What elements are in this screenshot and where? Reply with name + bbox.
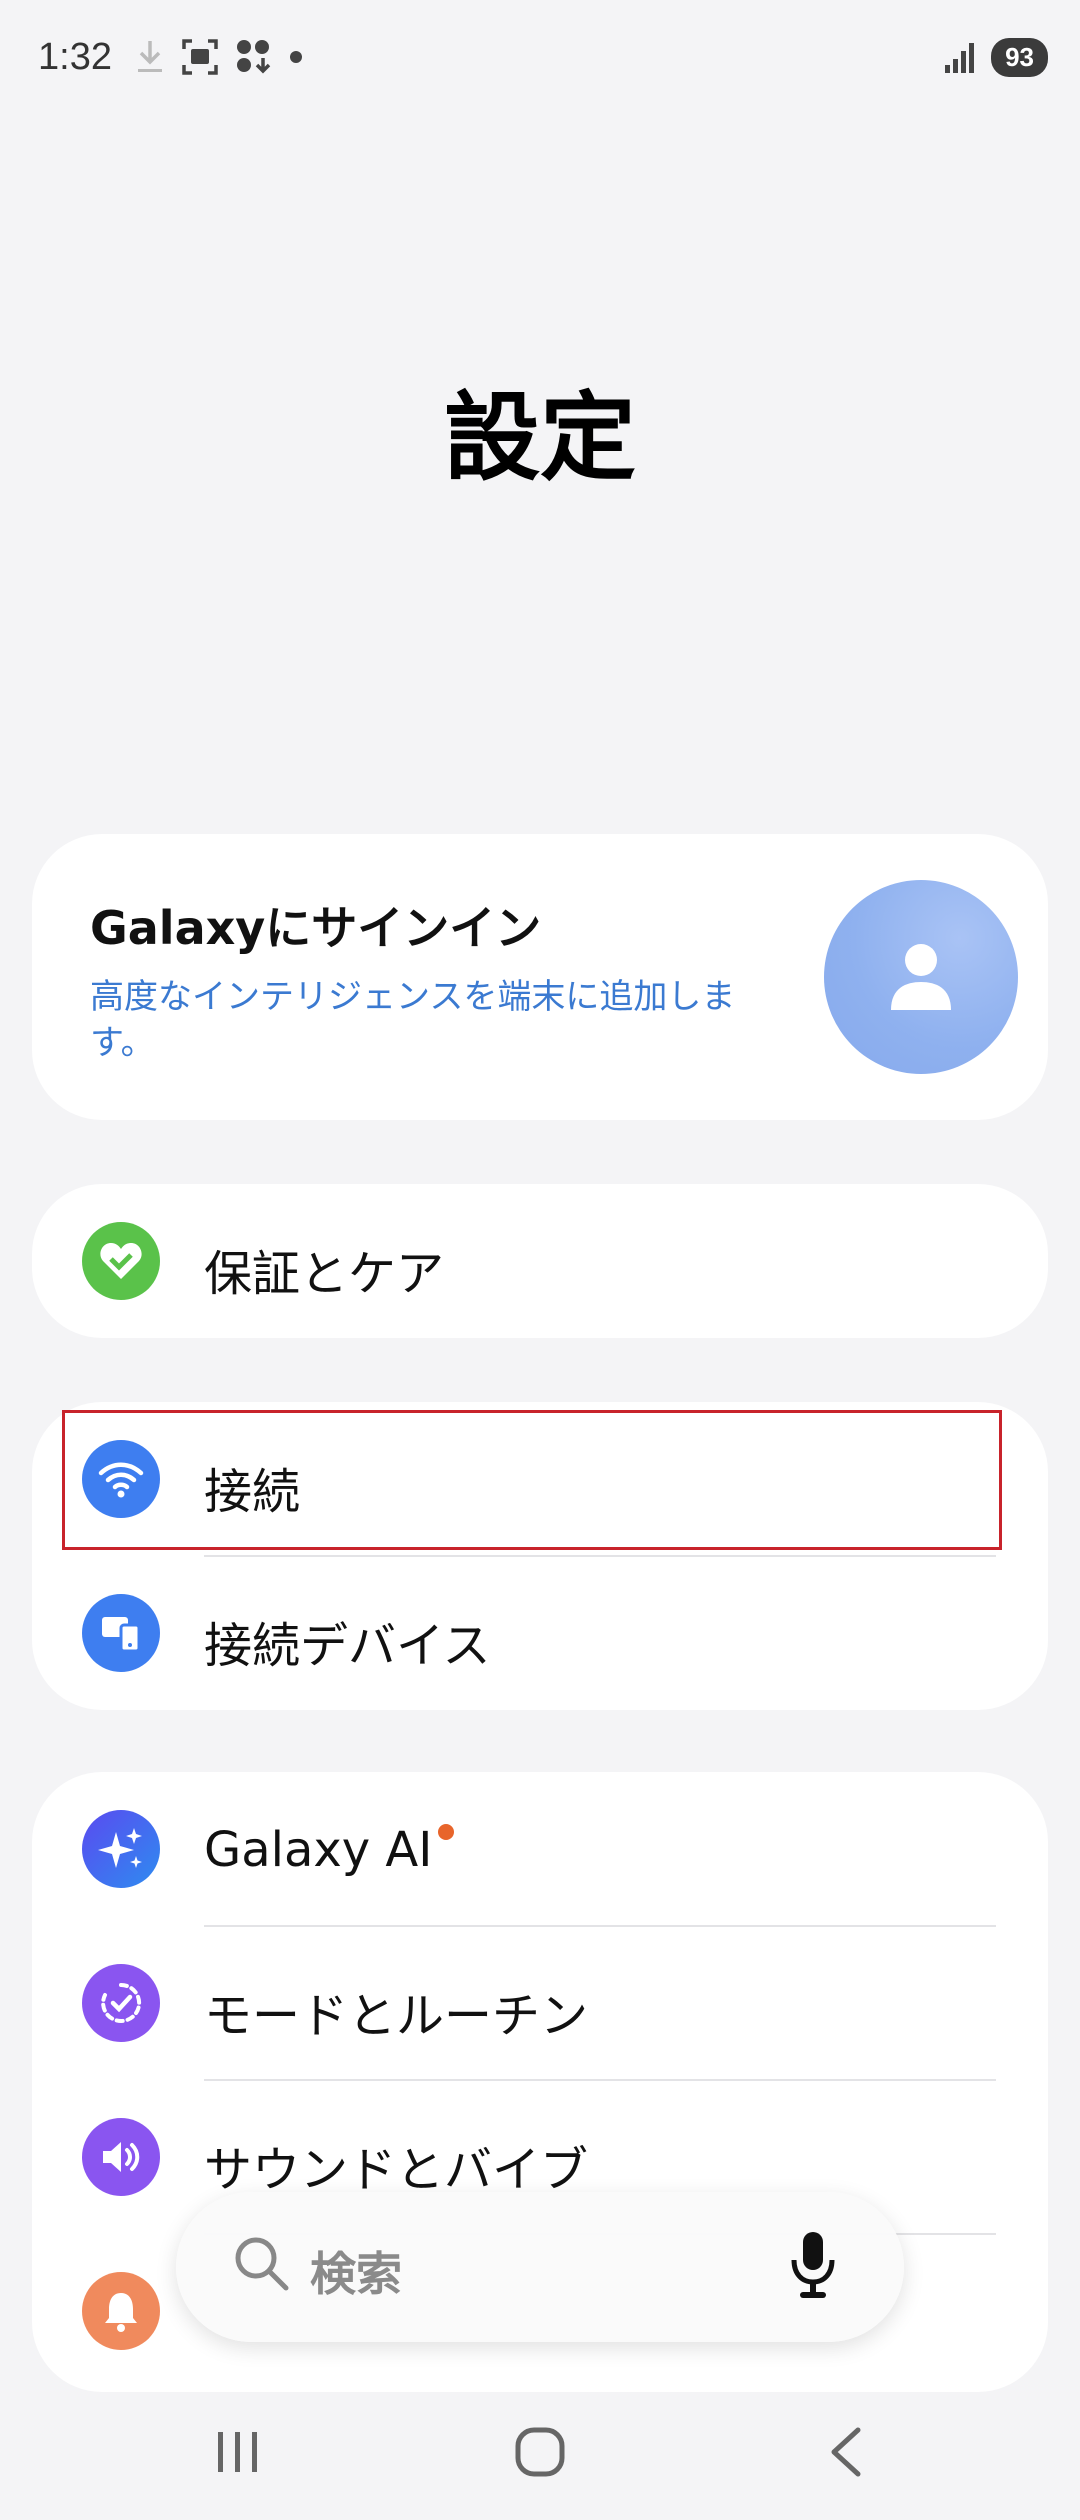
- recent-apps-icon[interactable]: [210, 2424, 266, 2480]
- signin-subtitle: 高度なインテリジェンスを端末に追加します。: [90, 977, 736, 1063]
- highlight-box: [62, 1410, 1002, 1550]
- signal-icon: [945, 42, 975, 73]
- download-icon: [138, 41, 162, 72]
- navigation-bar: [0, 2400, 1080, 2520]
- person-icon: [891, 944, 951, 1010]
- search-label: 検索: [310, 2247, 402, 2301]
- settings-group-care: 保証とケア: [32, 1184, 1048, 1338]
- status-time: 1:32: [38, 36, 112, 78]
- settings-item-label: モードとルーチン: [204, 1988, 589, 2044]
- home-icon[interactable]: [512, 2424, 568, 2480]
- microphone-icon[interactable]: [788, 2228, 838, 2302]
- sparkle-icon: [82, 1810, 160, 1888]
- signin-title: Galaxyにサインイン: [90, 901, 542, 955]
- page-title: 設定: [444, 382, 636, 494]
- galaxy-signin-card[interactable]: Galaxyにサインイン 高度なインテリジェンスを端末に追加します。: [32, 834, 1048, 1120]
- settings-item-connected-devices[interactable]: 接続デバイス: [32, 1556, 1048, 1710]
- settings-item-label: サウンドとバイブ: [204, 2142, 589, 2198]
- settings-item-galaxy-ai[interactable]: Galaxy AI: [32, 1772, 1048, 1926]
- routine-icon: [82, 1964, 160, 2042]
- settings-item-label: 保証とケア: [204, 1246, 445, 1302]
- heart-icon: [82, 1222, 160, 1300]
- avatar[interactable]: [824, 880, 1018, 1074]
- galaxy-ai-label: Galaxy AI: [204, 1822, 433, 1878]
- search-bar[interactable]: 検索: [176, 2192, 904, 2342]
- status-bar: 1:32 93: [0, 0, 1080, 120]
- status-right: 93: [943, 38, 1048, 77]
- speaker-icon: [82, 2118, 160, 2196]
- settings-item-modes-routines[interactable]: モードとルーチン: [32, 1926, 1048, 2080]
- connected-devices-icon: [82, 1594, 160, 1672]
- bell-icon: [82, 2272, 160, 2350]
- battery-indicator: 93: [991, 38, 1048, 77]
- app-download-icon: [237, 40, 271, 74]
- status-notification-icons: [135, 38, 303, 76]
- screenshot-icon: [182, 39, 218, 75]
- settings-item-label: 接続デバイス: [204, 1618, 491, 1674]
- settings-item-warranty-care[interactable]: 保証とケア: [32, 1184, 1048, 1338]
- back-icon[interactable]: [820, 2424, 876, 2480]
- settings-item-label: Galaxy AI: [204, 1822, 455, 1878]
- search-icon: [235, 2237, 289, 2291]
- dot-icon: [290, 51, 302, 63]
- new-badge-dot: [438, 1824, 455, 1840]
